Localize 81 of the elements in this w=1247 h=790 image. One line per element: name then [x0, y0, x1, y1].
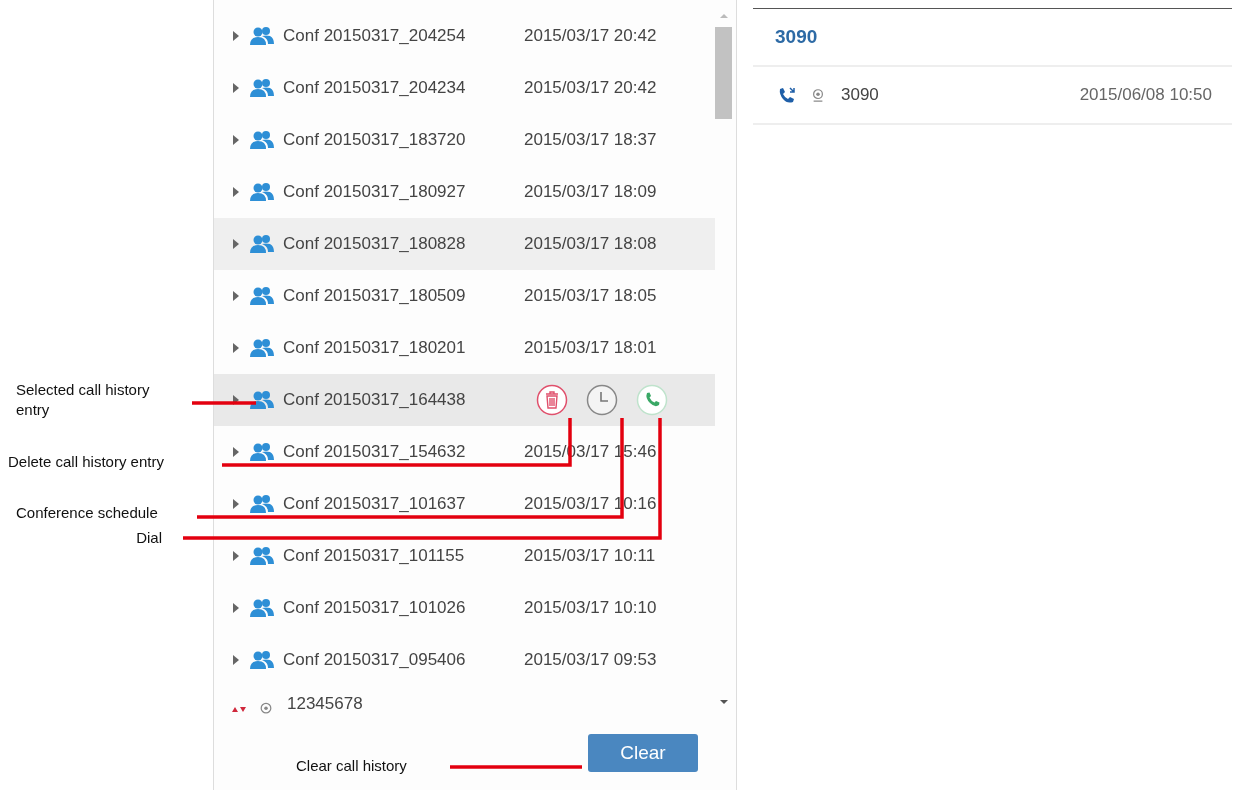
call-history-row[interactable]: Conf 20150317_180201 2015/03/17 18:01: [214, 322, 715, 374]
callout-label: Delete call history entry: [8, 452, 165, 472]
entry-name: Conf 20150317_101026: [283, 598, 467, 618]
call-history-row[interactable]: Conf 20150317_095406 2015/03/17 09:53: [214, 634, 715, 686]
group-icon: [249, 130, 275, 150]
entry-name: Conf 20150317_204234: [283, 78, 467, 98]
expand-caret-icon[interactable]: [233, 551, 239, 561]
group-icon: [249, 182, 275, 202]
entry-name: Conf 20150317_183720: [283, 130, 467, 150]
entry-name: Conf 20150317_180828: [283, 234, 467, 254]
entry-name: Conf 20150317_101637: [283, 494, 467, 514]
call-record-row[interactable]: 3090 2015/06/08 10:50: [753, 67, 1232, 125]
call-history-row[interactable]: Conf 20150317_183720 2015/03/17 18:37: [214, 114, 715, 166]
callout-label: Clear call history: [296, 756, 408, 776]
record-time: 2015/06/08 10:50: [1079, 85, 1212, 105]
entry-time: 2015/03/17 18:01: [524, 338, 657, 358]
entry-name: Conf 20150317_180927: [283, 182, 467, 202]
webcam-icon: [259, 702, 273, 714]
group-icon: [249, 78, 275, 98]
call-history-row[interactable]: Conf 20150317_180828 2015/03/17 18:08: [214, 218, 715, 270]
expand-caret-icon[interactable]: [233, 239, 239, 249]
call-history-row[interactable]: Conf 20150317_204254 2015/03/17 20:42: [214, 10, 715, 62]
callout-label: Selected call history entry: [16, 380, 151, 420]
entry-time: 2015/03/17 20:42: [524, 26, 657, 46]
entry-time: 2015/03/17 18:37: [524, 130, 657, 150]
group-icon: [249, 286, 275, 306]
expand-caret-icon[interactable]: [233, 187, 239, 197]
group-icon: [249, 442, 275, 462]
leader-line: [192, 401, 256, 405]
group-icon: [249, 494, 275, 514]
entry-time: 2015/03/17 18:09: [524, 182, 657, 202]
entry-time: 2015/03/17 09:53: [524, 650, 657, 670]
expand-caret-icon[interactable]: [233, 291, 239, 301]
entry-name: Conf 20150317_101155: [283, 546, 466, 566]
call-history-row[interactable]: Conf 20150317_204234 2015/03/17 20:42: [214, 62, 715, 114]
expand-caret-icon[interactable]: [233, 31, 239, 41]
group-icon: [249, 650, 275, 670]
expand-caret-icon[interactable]: [233, 655, 239, 665]
clock-icon[interactable]: [586, 384, 618, 416]
scroll-down-icon[interactable]: [719, 700, 728, 704]
expand-caret-icon[interactable]: [233, 603, 239, 613]
phone-icon[interactable]: [636, 384, 668, 416]
call-history-row[interactable]: Conf 20150317_101026 2015/03/17 10:10: [214, 582, 715, 634]
entry-time: 2015/03/17 18:05: [524, 286, 657, 306]
callout-label: Dial: [135, 528, 162, 548]
expand-caret-icon[interactable]: [233, 343, 239, 353]
call-history-row[interactable]: 12345678: [214, 686, 715, 714]
entry-name: Conf 20150317_204254: [283, 26, 467, 46]
group-icon: [249, 598, 275, 618]
arrows-icon: [231, 704, 247, 714]
entry-name: Conf 20150317_164438: [283, 390, 467, 410]
entry-name: Conf 20150317_154632: [283, 442, 467, 462]
entry-time: 2015/03/17 20:42: [524, 78, 657, 98]
phone-icon: [777, 85, 797, 105]
entry-name: Conf 20150317_180201: [283, 338, 467, 358]
contact-title: 3090: [753, 9, 1232, 67]
webcam-icon: [811, 87, 825, 103]
expand-caret-icon[interactable]: [233, 499, 239, 509]
entry-name: 12345678: [287, 694, 364, 714]
group-icon: [249, 390, 275, 410]
entry-time: 2015/03/17 10:11: [524, 546, 656, 566]
group-icon: [249, 338, 275, 358]
group-icon: [249, 26, 275, 46]
group-icon: [249, 546, 275, 566]
call-history-row[interactable]: Conf 20150317_101155 2015/03/17 10:11: [214, 530, 715, 582]
entry-name: Conf 20150317_180509: [283, 286, 467, 306]
expand-caret-icon[interactable]: [233, 135, 239, 145]
entry-time: 2015/03/17 10:10: [524, 598, 657, 618]
scrollbar-thumb[interactable]: [715, 27, 732, 119]
call-history-row[interactable]: Conf 20150317_180509 2015/03/17 18:05: [214, 270, 715, 322]
group-icon: [249, 234, 275, 254]
expand-caret-icon[interactable]: [233, 447, 239, 457]
clear-button[interactable]: Clear: [588, 734, 698, 772]
record-number: 3090: [841, 85, 880, 105]
trash-icon[interactable]: [536, 384, 568, 416]
call-history-row[interactable]: Conf 20150317_164438: [214, 374, 715, 426]
entry-time: 2015/03/17 18:08: [524, 234, 657, 254]
expand-caret-icon[interactable]: [233, 83, 239, 93]
entry-name: Conf 20150317_095406: [283, 650, 467, 670]
callout-label: Conference schedule: [16, 503, 159, 523]
call-history-row[interactable]: Conf 20150317_180927 2015/03/17 18:09: [214, 166, 715, 218]
